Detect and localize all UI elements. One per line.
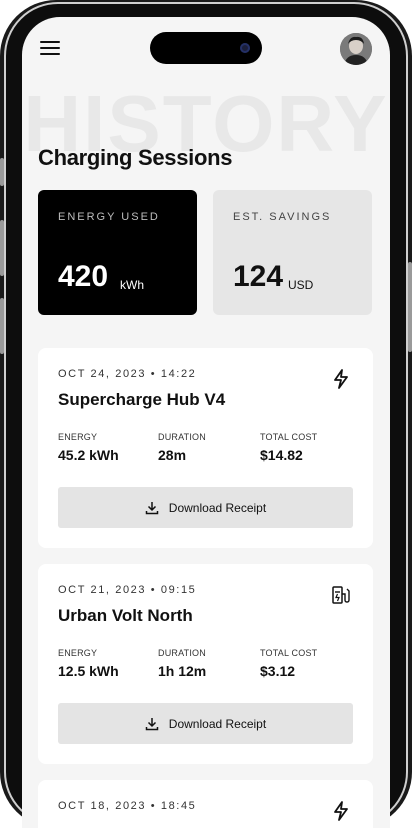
session-duration: DURATION 1h 12m: [158, 648, 206, 679]
page-title: Charging Sessions: [38, 145, 233, 170]
session-card[interactable]: OCT 21, 2023 • 09:15 Urban Volt North EN…: [38, 564, 373, 764]
session-cost: TOTAL COST $3.12: [260, 648, 317, 679]
cost-value: $3.12: [260, 663, 296, 679]
avatar-portrait: [340, 33, 372, 65]
app-screen: HISTORY Charging Sessions ENERGY USED 42…: [22, 17, 390, 828]
duration-value: 28m: [158, 447, 187, 463]
side-button-power: [408, 262, 412, 352]
session-date: OCT 24, 2023 • 14:22: [58, 368, 197, 380]
download-receipt-button[interactable]: Download Receipt: [58, 487, 353, 528]
cost-label: TOTAL COST: [260, 432, 318, 442]
session-station-name: Urban Volt North: [58, 606, 193, 625]
duration-label: DURATION: [158, 648, 206, 658]
est-savings-label: EST. SAVINGS: [233, 211, 332, 223]
download-icon: [145, 717, 159, 730]
side-button-action: [0, 158, 4, 186]
session-station-name: Supercharge Hub V4: [58, 390, 226, 409]
side-button-volume-down: [0, 298, 4, 354]
energy-used-value: 420: [58, 260, 109, 293]
session-card[interactable]: OCT 24, 2023 • 14:22 Supercharge Hub V4 …: [38, 348, 373, 548]
cost-value: $14.82: [260, 447, 303, 463]
energy-used-card: ENERGY USED 420 kWh: [38, 190, 197, 315]
session-energy: ENERGY 12.5 kWh: [58, 648, 119, 679]
cost-label: TOTAL COST: [260, 648, 318, 658]
energy-label: ENERGY: [58, 432, 98, 442]
est-savings-value: 124: [233, 260, 284, 293]
ev-station-icon: [332, 586, 350, 604]
lightning-bolt-icon: [334, 801, 348, 821]
phone-frame: HISTORY Charging Sessions ENERGY USED 42…: [0, 0, 412, 828]
energy-used-label: ENERGY USED: [58, 211, 160, 223]
hamburger-menu-icon[interactable]: [40, 41, 60, 57]
download-receipt-label: Download Receipt: [168, 716, 267, 731]
duration-value: 1h 12m: [158, 663, 207, 679]
download-receipt-label: Download Receipt: [168, 500, 267, 515]
session-card[interactable]: OCT 18, 2023 • 18:45: [38, 780, 373, 828]
est-savings-unit: USD: [288, 278, 314, 292]
est-savings-card: EST. SAVINGS 124 USD: [213, 190, 372, 315]
download-receipt-button[interactable]: Download Receipt: [58, 703, 353, 744]
energy-label: ENERGY: [58, 648, 98, 658]
side-button-volume-up: [0, 220, 4, 276]
download-icon: [145, 501, 159, 514]
lightning-bolt-icon: [334, 369, 348, 389]
session-duration: DURATION 28m: [158, 432, 206, 463]
duration-label: DURATION: [158, 432, 206, 442]
session-cost: TOTAL COST $14.82: [260, 432, 317, 463]
camera-icon: [240, 43, 250, 53]
energy-used-unit: kWh: [120, 278, 144, 292]
session-energy: ENERGY 45.2 kWh: [58, 432, 119, 463]
dynamic-island: [150, 32, 262, 64]
user-avatar[interactable]: [340, 33, 372, 65]
energy-value: 12.5 kWh: [58, 663, 119, 679]
energy-value: 45.2 kWh: [58, 447, 119, 463]
session-date: OCT 18, 2023 • 18:45: [58, 800, 197, 812]
session-date: OCT 21, 2023 • 09:15: [58, 584, 197, 596]
